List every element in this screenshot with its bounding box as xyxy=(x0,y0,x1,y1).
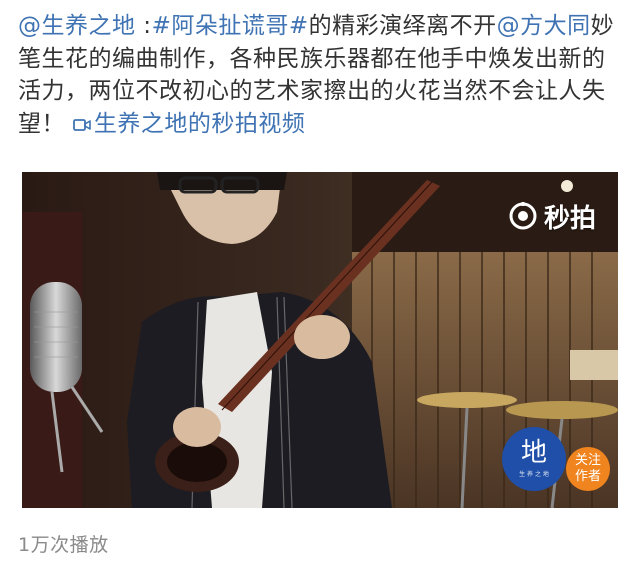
video-camera-icon xyxy=(72,109,91,131)
miaopai-logo-icon xyxy=(509,202,537,230)
channel-logo: 地 生 养 之 地 xyxy=(502,427,566,491)
miaopai-watermark-text: 秒拍 xyxy=(543,203,596,234)
hashtag-link[interactable]: #阿朵扯谎哥# xyxy=(152,13,309,39)
video-source-label: 生养之地的秒拍视频 xyxy=(93,110,306,137)
follow-author-button[interactable]: 关注 作者 xyxy=(566,447,610,491)
follow-author-line2: 作者 xyxy=(574,469,601,484)
artist-mention-link[interactable]: @方大同 xyxy=(497,13,591,39)
author-mention-link[interactable]: @生养之地 xyxy=(18,13,136,39)
video-player[interactable]: 秒拍 地 生 养 之 地 关注 作者 xyxy=(22,172,618,508)
channel-logo-subtext: 生 养 之 地 xyxy=(519,471,549,478)
separator-text: : xyxy=(135,13,152,39)
post-text: @生养之地 :#阿朵扯谎哥#的精彩演绎离不开@方大同妙笔生花的编曲制作，各种民族… xyxy=(18,10,624,140)
post-text-segment-1: 的精彩演绎离不开 xyxy=(308,13,497,39)
miaopai-watermark: 秒拍 xyxy=(508,198,596,234)
play-count: 1万次播放 xyxy=(18,534,109,556)
video-source-link[interactable]: 生养之地的秒拍视频 xyxy=(72,109,306,137)
follow-author-line1: 关注 xyxy=(574,453,601,468)
channel-logo-char: 地 xyxy=(520,438,547,468)
